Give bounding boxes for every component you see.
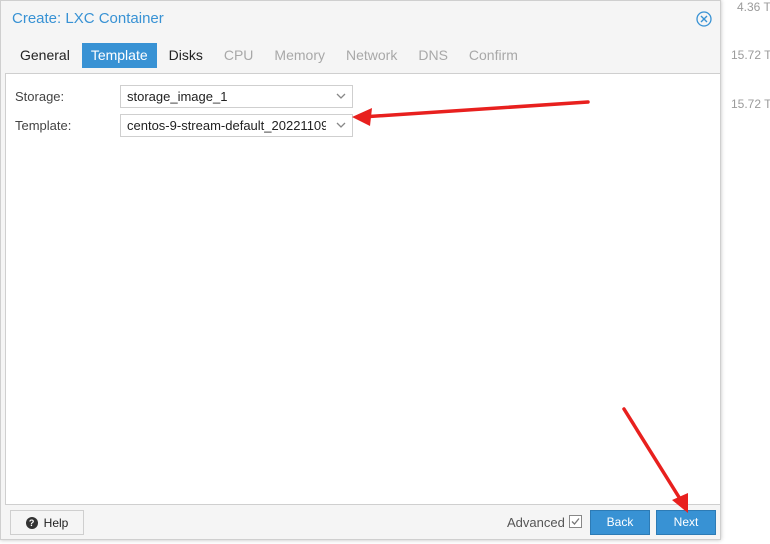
tab-network: Network	[345, 47, 398, 63]
create-lxc-dialog: Create: LXC Container General Template D…	[0, 0, 721, 540]
question-circle-icon: ?	[25, 516, 38, 529]
tab-confirm: Confirm	[468, 47, 518, 63]
storage-combobox[interactable]: storage_image_1	[120, 85, 353, 108]
dialog-title: Create: LXC Container	[12, 10, 164, 27]
help-button[interactable]: ? Help	[10, 510, 84, 535]
template-value: centos-9-stream-default_20221109	[127, 118, 326, 133]
template-combobox[interactable]: centos-9-stream-default_20221109	[120, 114, 353, 137]
storage-value: storage_image_1	[127, 89, 228, 104]
template-label: Template:	[15, 118, 72, 133]
background-value-3: 15.72 T	[731, 97, 770, 111]
help-button-label: Help	[43, 515, 69, 530]
storage-label: Storage:	[15, 89, 65, 104]
background-value-1: 4.36 T	[737, 0, 770, 14]
tab-general[interactable]: General	[11, 43, 79, 68]
tab-memory: Memory	[274, 47, 325, 63]
tab-disks[interactable]: Disks	[160, 43, 212, 68]
tab-dns: DNS	[418, 47, 448, 63]
template-panel: Storage: storage_image_1 Template: cento…	[5, 73, 721, 505]
checkmark-icon	[571, 518, 580, 525]
background-value-2: 15.72 T	[731, 48, 770, 62]
back-button[interactable]: Back	[590, 510, 650, 535]
dialog-header: Create: LXC Container	[1, 1, 720, 35]
dialog-footer: ? Help Advanced Back Next	[1, 505, 720, 539]
wizard-tabs: General Template Disks CPU Memory Networ…	[11, 43, 530, 68]
chevron-down-icon[interactable]	[330, 115, 352, 136]
tab-cpu: CPU	[223, 47, 254, 63]
advanced-checkbox[interactable]	[569, 515, 582, 528]
tab-template[interactable]: Template	[81, 43, 157, 68]
chevron-down-icon[interactable]	[330, 86, 352, 107]
advanced-label: Advanced	[507, 515, 565, 530]
close-circle-icon[interactable]	[696, 11, 712, 27]
next-button[interactable]: Next	[656, 510, 716, 535]
